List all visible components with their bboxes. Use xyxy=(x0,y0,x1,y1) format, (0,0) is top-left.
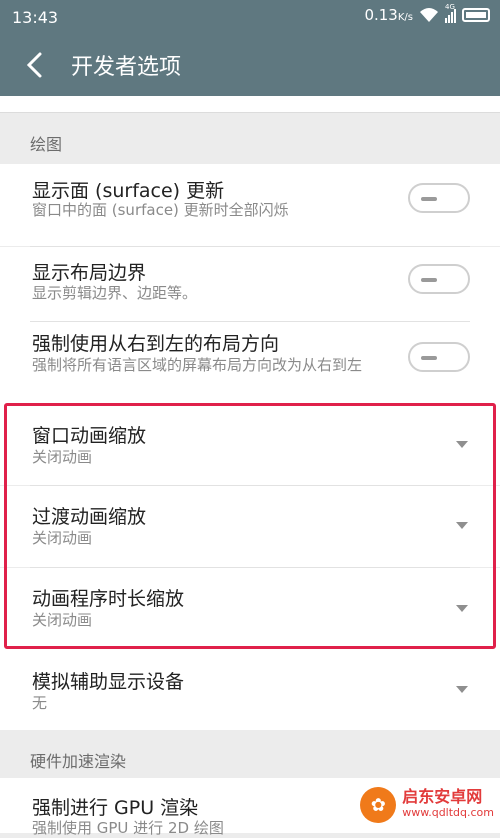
watermark-url: www.qdltdq.com xyxy=(402,806,494,819)
watermark: ✿ 启东安卓网 www.qdltdq.com xyxy=(360,787,494,823)
setting-subtitle: 显示剪辑边界、边距等。 xyxy=(32,284,198,302)
setting-simulate-secondary-displays[interactable]: 模拟辅助显示设备 无 xyxy=(0,649,500,730)
setting-title: 显示面 (surface) 更新 xyxy=(32,180,225,202)
setting-subtitle: 关闭动画 xyxy=(32,611,93,629)
watermark-logo-icon: ✿ xyxy=(360,787,397,823)
setting-subtitle: 关闭动画 xyxy=(32,529,93,547)
settings-list: 绘图 显示面 (surface) 更新 窗口中的面 (surface) 更新时全… xyxy=(0,96,500,837)
chevron-down-icon[interactable] xyxy=(456,605,468,612)
setting-transition-animation-scale[interactable]: 过渡动画缩放 关闭动画 xyxy=(0,486,500,567)
setting-subtitle: 强制将所有语言区域的屏幕布局方向改为从右到左 xyxy=(32,356,363,374)
back-arrow-icon[interactable] xyxy=(22,50,50,80)
page-title: 开发者选项 xyxy=(71,55,182,80)
wifi-icon xyxy=(420,8,438,22)
app-bar: 开发者选项 xyxy=(0,34,500,96)
setting-subtitle: 关闭动画 xyxy=(32,448,93,466)
setting-force-rtl-layout[interactable]: 强制使用从右到左的布局方向 强制将所有语言区域的屏幕布局方向改为从右到左 xyxy=(0,322,500,404)
setting-show-layout-bounds[interactable]: 显示布局边界 显示剪辑边界、边距等。 xyxy=(0,247,500,329)
setting-title: 模拟辅助显示设备 xyxy=(32,671,185,693)
toggle-knob xyxy=(421,278,437,282)
toggle-knob xyxy=(421,197,437,201)
chevron-down-icon[interactable] xyxy=(456,686,468,693)
toggle-knob xyxy=(421,356,437,360)
setting-title: 动画程序时长缩放 xyxy=(32,588,185,610)
toggle-switch[interactable] xyxy=(408,183,470,213)
signal-icon: 4G xyxy=(445,3,456,23)
toggle-switch[interactable] xyxy=(408,342,470,372)
battery-icon xyxy=(462,8,490,22)
setting-title: 过渡动画缩放 xyxy=(32,506,147,528)
setting-subtitle: 强制使用 GPU 进行 2D 绘图 xyxy=(32,819,224,837)
setting-show-surface-updates[interactable]: 显示面 (surface) 更新 窗口中的面 (surface) 更新时全部闪烁 xyxy=(0,164,500,246)
setting-animator-duration-scale[interactable]: 动画程序时长缩放 关闭动画 xyxy=(0,568,500,649)
setting-window-animation-scale[interactable]: 窗口动画缩放 关闭动画 xyxy=(0,404,500,485)
chevron-down-icon[interactable] xyxy=(456,441,468,448)
section-header-drawing: 绘图 xyxy=(30,135,63,154)
chevron-down-icon[interactable] xyxy=(456,522,468,529)
setting-title: 显示布局边界 xyxy=(32,262,147,284)
watermark-name: 启东安卓网 xyxy=(402,787,483,806)
top-strip xyxy=(0,96,500,113)
setting-subtitle: 窗口中的面 (surface) 更新时全部闪烁 xyxy=(32,201,289,219)
setting-title: 强制进行 GPU 渲染 xyxy=(32,797,199,819)
watermark-text: 启东安卓网 www.qdltdq.com xyxy=(402,789,494,821)
network-speed: 0.13K/s xyxy=(364,6,413,24)
setting-title: 窗口动画缩放 xyxy=(32,425,147,447)
setting-title: 强制使用从右到左的布局方向 xyxy=(32,333,280,355)
status-time: 13:43 xyxy=(12,8,59,27)
status-icons: 0.13K/s 4G xyxy=(364,3,490,24)
setting-subtitle: 无 xyxy=(32,694,48,712)
section-header-hardware: 硬件加速渲染 xyxy=(30,752,127,771)
status-bar: 13:43 0.13K/s 4G xyxy=(0,0,500,34)
toggle-switch[interactable] xyxy=(408,264,470,294)
